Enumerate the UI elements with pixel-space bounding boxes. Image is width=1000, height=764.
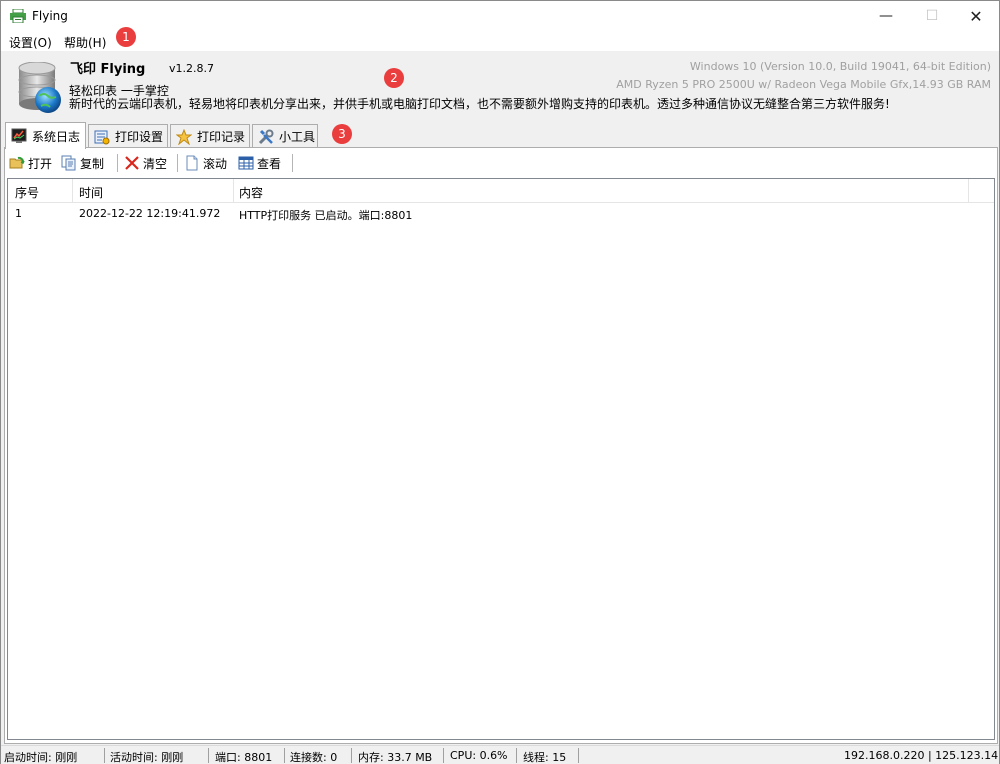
status-connections: 连接数: 0	[290, 751, 338, 764]
view-button[interactable]: 查看	[238, 154, 281, 172]
version-label: v1.2.8.7	[169, 62, 214, 75]
log-toolbar: 打开 复制 清空 滚动 查看	[5, 148, 997, 178]
column-header-index[interactable]: 序号	[15, 184, 39, 201]
status-threads: 线程: 15	[523, 751, 567, 764]
header-banner: 飞印 Flying v1.2.8.7 轻松印表 一手掌控 新时代的云端印表机，轻…	[1, 51, 999, 121]
annotation-marker-3: 3	[332, 124, 352, 144]
folder-open-icon	[9, 156, 25, 169]
cell-time: 2022-12-22 12:19:41.972	[79, 207, 221, 220]
copy-button[interactable]: 复制	[61, 154, 104, 172]
close-button[interactable]: ✕	[953, 1, 999, 31]
open-button[interactable]: 打开	[9, 154, 52, 172]
table-view-icon	[238, 156, 254, 170]
minimize-button[interactable]: —	[863, 1, 909, 31]
scroll-label: 滚动	[203, 156, 228, 171]
status-separator	[351, 748, 352, 763]
print-settings-icon	[94, 130, 110, 144]
status-memory: 内存: 33.7 MB	[358, 751, 433, 764]
tab-label: 小工具	[279, 130, 316, 144]
toolbar-separator	[177, 154, 178, 172]
status-port: 端口: 8801	[215, 751, 273, 764]
tools-icon	[258, 129, 274, 144]
app-window: Flying — ☐ ✕ 设置(O) 帮助(H) 飞印 Flying v1.2.…	[0, 0, 1000, 764]
menu-settings[interactable]: 设置(O)	[9, 34, 52, 51]
status-start-time: 启动时间: 刚刚	[4, 751, 78, 764]
hardware-info: AMD Ryzen 5 PRO 2500U w/ Radeon Vega Mob…	[616, 78, 991, 91]
window-title: Flying	[32, 9, 68, 23]
copy-icon	[61, 155, 76, 171]
maximize-button[interactable]: ☐	[909, 1, 955, 31]
log-monitor-icon	[11, 128, 27, 143]
status-separator	[516, 748, 517, 763]
status-separator	[284, 748, 285, 763]
database-globe-logo-icon	[18, 62, 61, 113]
menu-help[interactable]: 帮助(H)	[64, 34, 106, 51]
tab-label: 系统日志	[32, 129, 81, 144]
clear-x-icon	[125, 156, 139, 170]
title-bar: Flying — ☐ ✕	[1, 1, 999, 31]
cell-index: 1	[15, 207, 22, 220]
cell-content: HTTP打印服务 已启动。端口:8801	[239, 209, 413, 222]
table-row[interactable]: 1 2022-12-22 12:19:41.972 HTTP打印服务 已启动。端…	[8, 204, 994, 223]
brand-name: 飞印 Flying	[70, 62, 146, 77]
clear-label: 清空	[143, 156, 168, 171]
os-info: Windows 10 (Version 10.0, Build 19041, 6…	[689, 60, 991, 73]
system-info: Windows 10 (Version 10.0, Build 19041, 6…	[616, 58, 991, 94]
column-divider[interactable]	[968, 179, 969, 203]
status-bar: 启动时间: 刚刚 活动时间: 刚刚 端口: 8801 连接数: 0 内存: 33…	[1, 745, 999, 764]
print-history-icon	[176, 128, 192, 145]
column-divider[interactable]	[72, 179, 73, 203]
copy-label: 复制	[80, 156, 105, 171]
annotation-marker-2: 2	[384, 68, 404, 88]
toolbar-separator	[117, 154, 118, 172]
printer-icon	[10, 9, 26, 23]
status-separator	[208, 748, 209, 763]
clear-button[interactable]: 清空	[124, 154, 167, 172]
description-text: 新时代的云端印表机，轻易地将印表机分享出来，并供手机或电脑打印文档，也不需要额外…	[69, 97, 890, 111]
tab-label: 打印设置	[115, 130, 164, 144]
status-active-time: 活动时间: 刚刚	[110, 751, 184, 764]
toolbar-separator	[292, 154, 293, 172]
status-separator	[443, 748, 444, 763]
tab-print-settings[interactable]: 打印设置	[88, 124, 168, 148]
open-label: 打开	[28, 156, 53, 171]
view-label: 查看	[257, 156, 282, 171]
menu-bar: 设置(O) 帮助(H)	[1, 31, 999, 51]
status-separator	[578, 748, 579, 763]
table-header: 序号 时间 内容	[8, 179, 994, 203]
log-table[interactable]: 序号 时间 内容 1 2022-12-22 12:19:41.972 HTTP打…	[7, 178, 995, 740]
status-ip-address: 192.168.0.220 | 125.123.14	[844, 749, 999, 762]
column-header-content[interactable]: 内容	[239, 184, 263, 201]
column-header-time[interactable]: 时间	[79, 184, 103, 201]
tab-system-log[interactable]: 系统日志	[5, 122, 86, 149]
column-divider[interactable]	[233, 179, 234, 203]
system-log-panel: 打开 复制 清空 滚动 查看 序号 时间 内容 1 2022-12-22 12:…	[4, 147, 998, 744]
tab-print-history[interactable]: 打印记录	[170, 124, 250, 148]
annotation-marker-1: 1	[116, 27, 136, 47]
tab-label: 打印记录	[197, 130, 246, 144]
tab-tools[interactable]: 小工具	[252, 124, 318, 148]
status-separator	[104, 748, 105, 763]
status-cpu: CPU: 0.6%	[450, 749, 508, 762]
document-icon	[186, 155, 198, 171]
scroll-button[interactable]: 滚动	[184, 154, 227, 172]
